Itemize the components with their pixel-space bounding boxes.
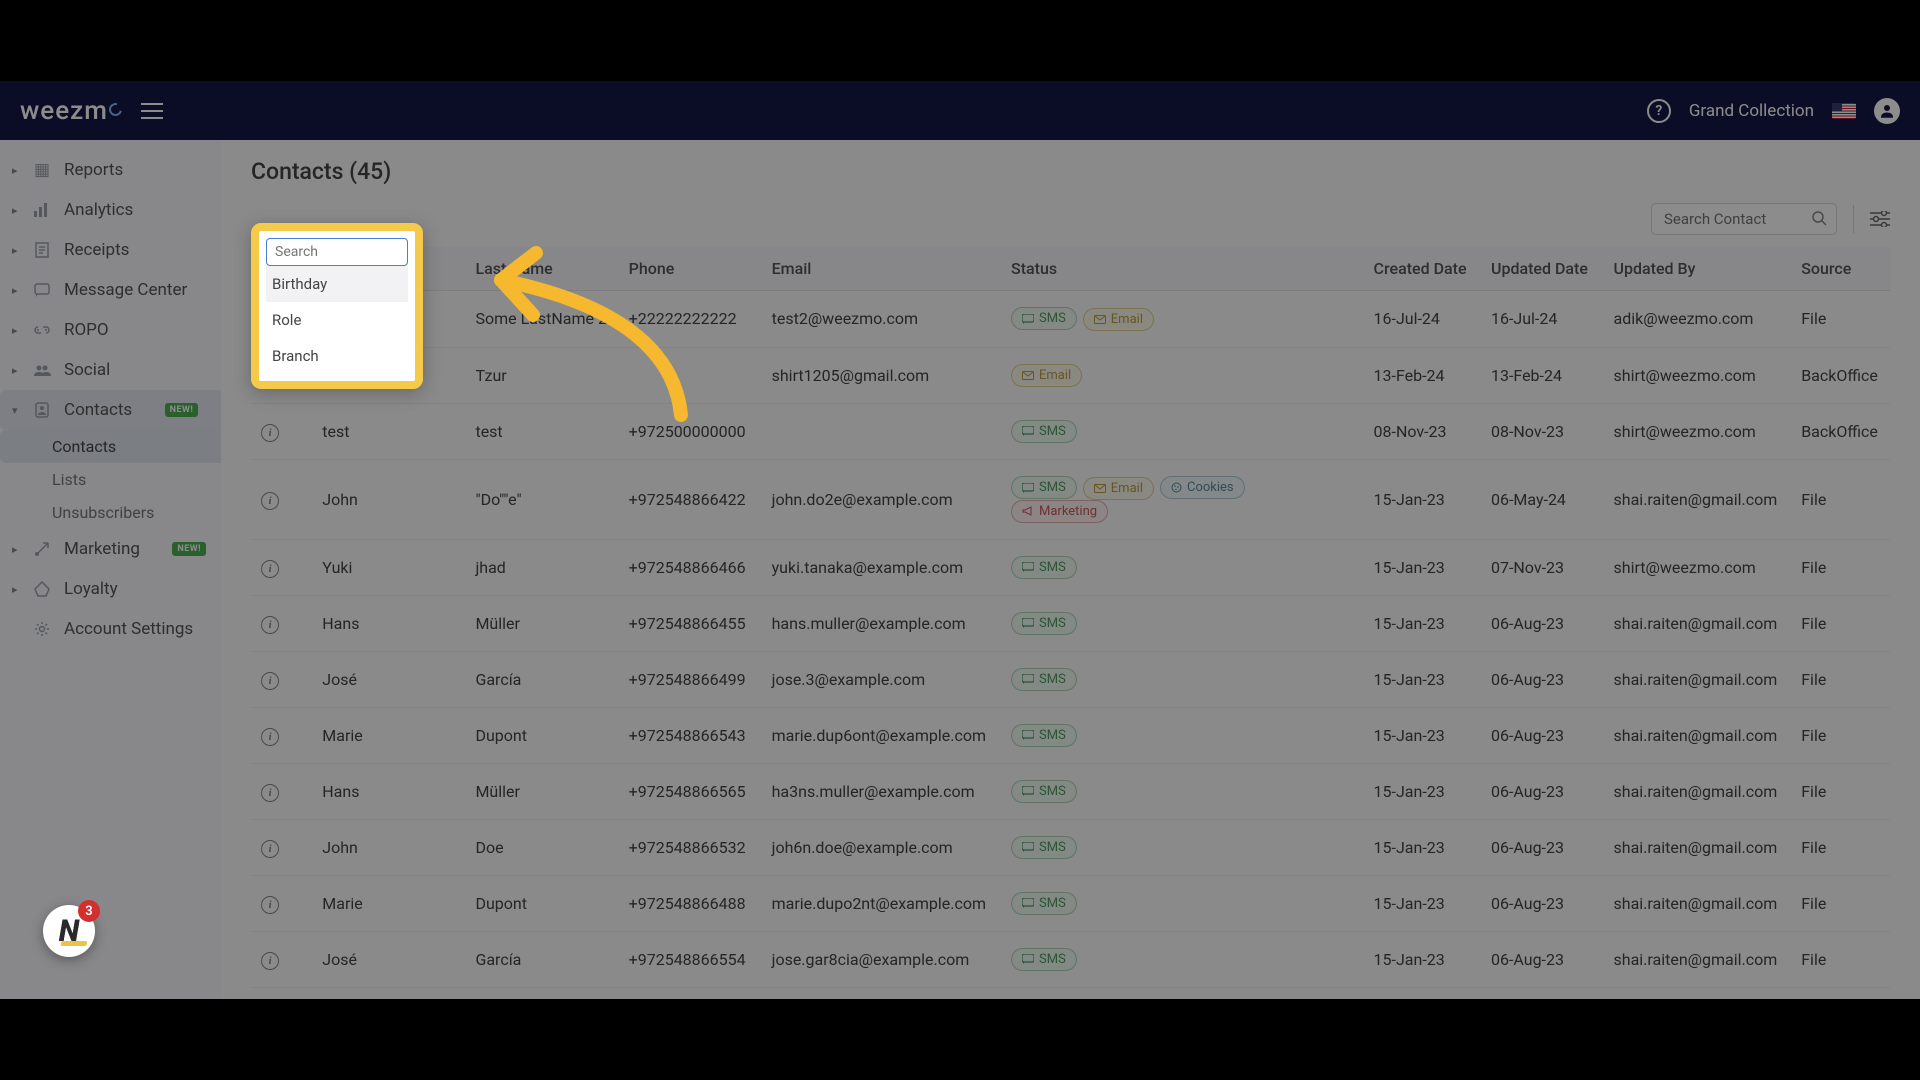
table-row[interactable]: iHansMüller+972548866455hans.muller@exam… [251, 595, 1890, 651]
user-avatar-icon[interactable] [1874, 98, 1900, 124]
org-name[interactable]: Grand Collection [1689, 101, 1814, 121]
dropdown-option-branch[interactable]: Branch [266, 338, 408, 374]
table-row[interactable]: iJohnDoe+972548866532joh6n.doe@example.c… [251, 819, 1890, 875]
column-header[interactable]: Updated Date [1481, 247, 1604, 291]
filter-settings-icon[interactable] [1853, 205, 1890, 233]
flag-icon[interactable] [1832, 103, 1856, 119]
table-row[interactable]: itesttest+972500000000SMS08-Nov-2308-Nov… [251, 403, 1890, 459]
info-icon[interactable]: i [261, 896, 279, 914]
column-header[interactable]: Last Name [465, 247, 618, 291]
reports-icon: ▦ [32, 160, 52, 180]
status-pill-sms: SMS [1011, 836, 1077, 859]
column-header[interactable]: Status [1001, 247, 1364, 291]
sidebar-item-analytics[interactable]: ▸ Analytics [0, 190, 221, 230]
column-header[interactable]: Phone [619, 247, 762, 291]
analytics-icon [32, 203, 52, 217]
info-icon[interactable]: i [261, 424, 279, 442]
sidebar-item-loyalty[interactable]: ▸ Loyalty [0, 569, 221, 609]
info-icon[interactable]: i [261, 952, 279, 970]
logo: weezm [20, 96, 123, 126]
info-icon[interactable]: i [261, 560, 279, 578]
status-pill-email: Email [1083, 308, 1154, 331]
table-row[interactable]: i…me 2Some LastName 2+22222222222test2@w… [251, 291, 1890, 348]
hamburger-icon[interactable] [141, 103, 163, 119]
status-pill-email: Email [1011, 364, 1082, 387]
loyalty-icon [32, 581, 52, 597]
status-pill-sms: SMS [1011, 476, 1077, 499]
status-pill-cookies: Cookies [1160, 476, 1245, 499]
link-icon [32, 325, 52, 335]
dropdown-option-role[interactable]: Role [266, 302, 408, 338]
column-filter-dropdown: Birthday Role Branch [251, 223, 423, 389]
marketing-icon [32, 541, 52, 557]
message-icon [32, 283, 52, 297]
sidebar-item-message-center[interactable]: ▸ Message Center [0, 270, 221, 310]
table-row[interactable]: iMarieDupont+972548866488marie.dupo2nt@e… [251, 875, 1890, 931]
sidebar-item-marketing[interactable]: ▸ Marketing NEW! [0, 529, 221, 569]
status-pill-sms: SMS [1011, 420, 1077, 443]
table-row[interactable]: iMarieDupont+972548866543marie.dup6ont@e… [251, 707, 1890, 763]
dropdown-search-input[interactable] [266, 238, 408, 266]
info-icon[interactable]: i [261, 492, 279, 510]
search-icon [1812, 211, 1827, 230]
info-icon[interactable]: i [261, 616, 279, 634]
sidebar-sub-unsubscribers[interactable]: Unsubscribers [52, 496, 221, 529]
sidebar-sub-contacts[interactable]: Contacts [0, 430, 221, 463]
status-pill-sms: SMS [1011, 724, 1077, 747]
social-icon [32, 364, 52, 376]
new-badge: NEW! [165, 403, 199, 417]
sidebar-item-reports[interactable]: ▸▦Reports [0, 150, 221, 190]
column-header[interactable]: Created Date [1364, 247, 1481, 291]
top-navbar: weezm ? Grand Collection [0, 81, 1920, 140]
info-icon[interactable]: i [261, 840, 279, 858]
search-contact-field[interactable] [1651, 203, 1837, 235]
status-pill-sms: SMS [1011, 307, 1077, 330]
sidebar-item-account-settings[interactable]: ▸ Account Settings [0, 609, 221, 649]
status-pill-sms: SMS [1011, 612, 1077, 635]
info-icon[interactable]: i [261, 784, 279, 802]
sidebar-item-social[interactable]: ▸ Social [0, 350, 221, 390]
info-icon[interactable]: i [261, 672, 279, 690]
status-pill-sms: SMS [1011, 780, 1077, 803]
sidebar-item-receipts[interactable]: ▸ Receipts [0, 230, 221, 270]
sidebar-item-ropo[interactable]: ▸ ROPO [0, 310, 221, 350]
status-pill-sms: SMS [1011, 556, 1077, 579]
table-row[interactable]: iJoséGarcía+972548866554jose.gar8cia@exa… [251, 931, 1890, 987]
column-header[interactable]: Source [1791, 247, 1890, 291]
search-contact-input[interactable] [1664, 210, 1802, 228]
contacts-icon [32, 402, 52, 418]
sidebar-sub-lists[interactable]: Lists [52, 463, 221, 496]
status-pill-sms: SMS [1011, 892, 1077, 915]
sidebar: ▸▦Reports ▸ Analytics ▸ Receipts ▸ Messa… [0, 140, 221, 999]
table-row[interactable]: iJohn"Do""e"+972548866422john.do2e@examp… [251, 459, 1890, 539]
info-icon[interactable]: i [261, 728, 279, 746]
column-header[interactable]: Email [762, 247, 1001, 291]
gear-icon [32, 621, 52, 637]
table-row[interactable]: iHansMüller+972548866565ha3ns.muller@exa… [251, 763, 1890, 819]
help-icon[interactable]: ? [1647, 99, 1671, 123]
table-row[interactable]: iJoséGarcía+972548866499jose.3@example.c… [251, 651, 1890, 707]
dropdown-option-birthday[interactable]: Birthday [266, 266, 408, 302]
notification-count: 3 [78, 900, 100, 922]
column-header[interactable]: Updated By [1604, 247, 1792, 291]
new-badge: NEW! [172, 542, 206, 556]
page-title: Contacts (45) [251, 158, 1890, 185]
status-pill-marketing: Marketing [1011, 500, 1108, 523]
sidebar-item-contacts[interactable]: ▾ Contacts NEW! [0, 390, 221, 430]
contacts-table: First NameLast NamePhoneEmailStatusCreat… [251, 247, 1890, 988]
main-content: Contacts (45) First NameLast Nam [221, 140, 1920, 999]
status-pill-sms: SMS [1011, 948, 1077, 971]
receipts-icon [32, 242, 52, 258]
table-row[interactable]: iYukijhad+972548866466yuki.tanaka@exampl… [251, 539, 1890, 595]
table-row[interactable]: iShirTzurshirt1205@gmail.comEmail13-Feb-… [251, 347, 1890, 403]
notification-bubble[interactable]: N 3 [43, 905, 95, 957]
status-pill-email: Email [1083, 477, 1154, 500]
status-pill-sms: SMS [1011, 668, 1077, 691]
